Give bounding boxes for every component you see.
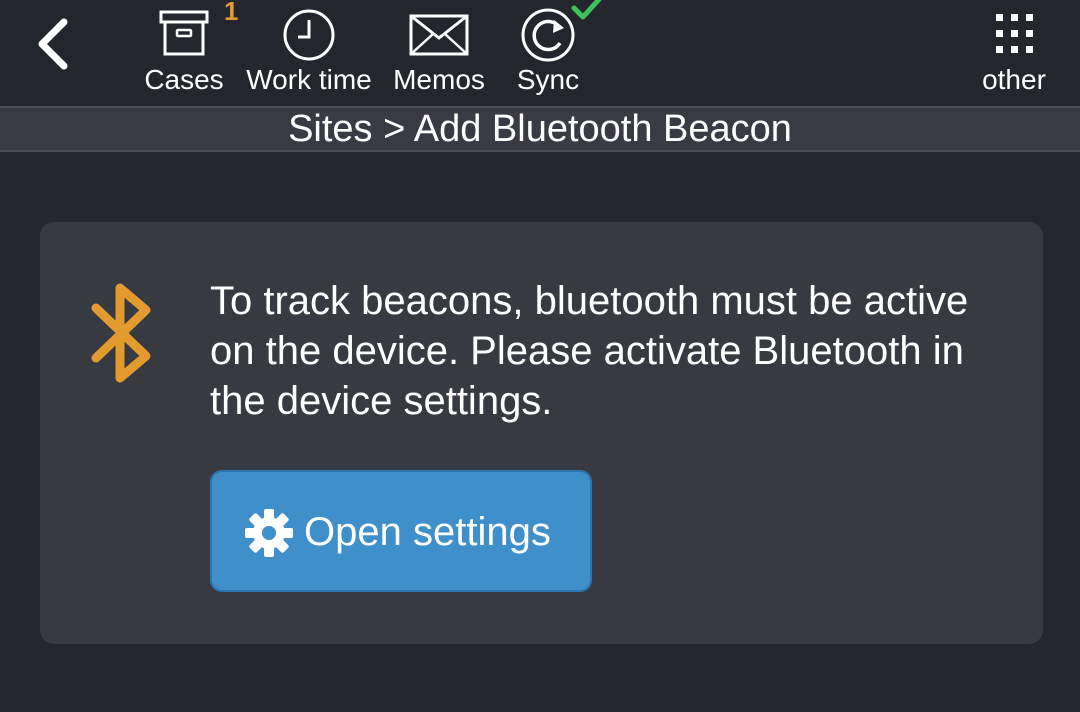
nav-cases[interactable]: Cases 1 [138, 0, 238, 106]
nav-work-time-label: Work time [246, 64, 372, 95]
breadcrumb: Sites > Add Bluetooth Beacon [0, 106, 1080, 152]
grid-icon [996, 14, 1033, 53]
bluetooth-icon [91, 283, 151, 383]
open-settings-button[interactable]: Open settings [210, 470, 592, 592]
nav-sync[interactable]: Sync [506, 0, 602, 106]
nav-memos-label: Memos [393, 64, 485, 95]
nav-other[interactable]: other [976, 0, 1052, 106]
sync-icon [521, 8, 575, 62]
clock-icon [283, 9, 335, 61]
open-settings-label: Open settings [304, 510, 551, 554]
chevron-left-icon [38, 18, 68, 70]
nav-work-time[interactable]: Work time [242, 0, 376, 106]
envelope-icon [409, 14, 469, 56]
gear-icon [245, 509, 293, 557]
check-icon [571, 0, 602, 20]
nav-memos[interactable]: Memos [388, 0, 490, 106]
bluetooth-message: To track beacons, bluetooth must be acti… [210, 279, 969, 423]
nav-cases-label: Cases [144, 64, 224, 95]
cases-count-badge: 1 [224, 0, 239, 26]
nav-other-label: other [982, 64, 1046, 95]
breadcrumb-text: Sites > Add Bluetooth Beacon [288, 108, 792, 150]
back-button[interactable] [28, 16, 80, 72]
top-toolbar: Cases 1 Work time Memos Sync other [0, 0, 1080, 106]
nav-sync-label: Sync [516, 64, 580, 95]
archive-box-icon [159, 10, 209, 56]
bluetooth-notice-card: To track beacons, bluetooth must be acti… [40, 222, 1043, 644]
